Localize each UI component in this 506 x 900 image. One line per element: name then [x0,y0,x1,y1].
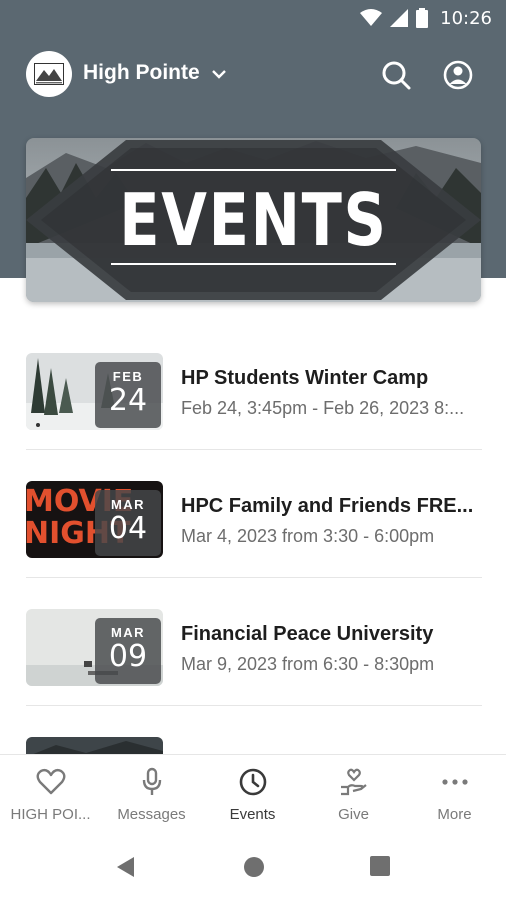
date-month: FEB [112,369,144,384]
event-thumbnail [26,737,163,754]
cell-signal-icon [390,9,409,27]
event-time: Mar 9, 2023 from 6:30 - 8:30pm [181,654,435,674]
events-banner: EVENTS [26,138,481,302]
event-title: HP Students Winter Camp [181,367,429,389]
event-time: Mar 4, 2023 from 3:30 - 6:00pm [181,526,435,546]
recents-icon[interactable] [369,855,391,877]
event-row[interactable] [26,706,482,754]
status-bar: 10:26 [0,0,506,36]
date-badge: MAR 09 [95,618,161,684]
date-month: MAR [110,497,146,512]
date-badge: FEB 24 [95,362,161,428]
app-bar: High Pointe [0,48,506,102]
event-title: Financial Peace University [181,623,434,645]
date-month: MAR [110,625,146,640]
tab-label: More [437,806,472,823]
event-title: HPC Family and Friends FRE... [181,495,474,517]
tab-label: HIGH POI... [10,806,91,823]
tab-label: Events [229,806,276,823]
org-name[interactable]: High Pointe [83,61,200,85]
event-thumbnail: FEB 24 [26,353,163,430]
event-image [26,737,163,754]
tab-more[interactable]: More [404,755,505,837]
status-time: 10:26 [440,7,492,29]
mountain-logo-icon [34,63,64,85]
tab-home[interactable]: HIGH POI... [0,755,101,837]
date-day: 04 [108,511,148,546]
tab-events[interactable]: Events [202,755,303,837]
event-thumbnail: MAR 09 [26,609,163,686]
date-day: 24 [108,383,148,418]
event-row[interactable]: MOVIE NIGHT MAR 04 HPC Family and Friend… [26,450,482,578]
events-list[interactable]: FEB 24 HP Students Winter Camp Feb 24, 3… [0,322,506,754]
banner-title: EVENTS [119,178,388,262]
event-thumbnail: MOVIE NIGHT MAR 04 [26,481,163,558]
event-row[interactable]: MAR 09 Financial Peace University Mar 9,… [26,578,482,706]
event-time: Feb 24, 3:45pm - Feb 26, 2023 8:... [181,398,465,418]
wifi-icon [360,9,383,26]
back-icon[interactable] [114,855,138,879]
clock-icon [239,768,267,796]
chevron-down-icon[interactable] [210,65,228,83]
bottom-tab-bar: HIGH POI... Messages Events Give More [0,754,506,836]
tab-label: Messages [117,806,186,823]
date-day: 09 [108,639,148,674]
more-dots-icon [442,779,468,785]
profile-icon[interactable] [441,58,475,92]
org-logo[interactable] [26,51,72,97]
system-nav-bar [0,836,506,900]
heart-icon [36,768,66,795]
event-row[interactable]: FEB 24 HP Students Winter Camp Feb 24, 3… [26,322,482,450]
tab-messages[interactable]: Messages [101,755,202,837]
tab-label: Give [338,806,369,823]
give-hand-icon [341,768,367,796]
battery-icon [416,8,429,28]
search-icon[interactable] [379,58,413,92]
microphone-icon [142,767,162,795]
tab-give[interactable]: Give [303,755,404,837]
date-badge: MAR 04 [95,490,161,556]
status-icons: 10:26 [360,6,492,30]
home-icon[interactable] [242,855,266,879]
